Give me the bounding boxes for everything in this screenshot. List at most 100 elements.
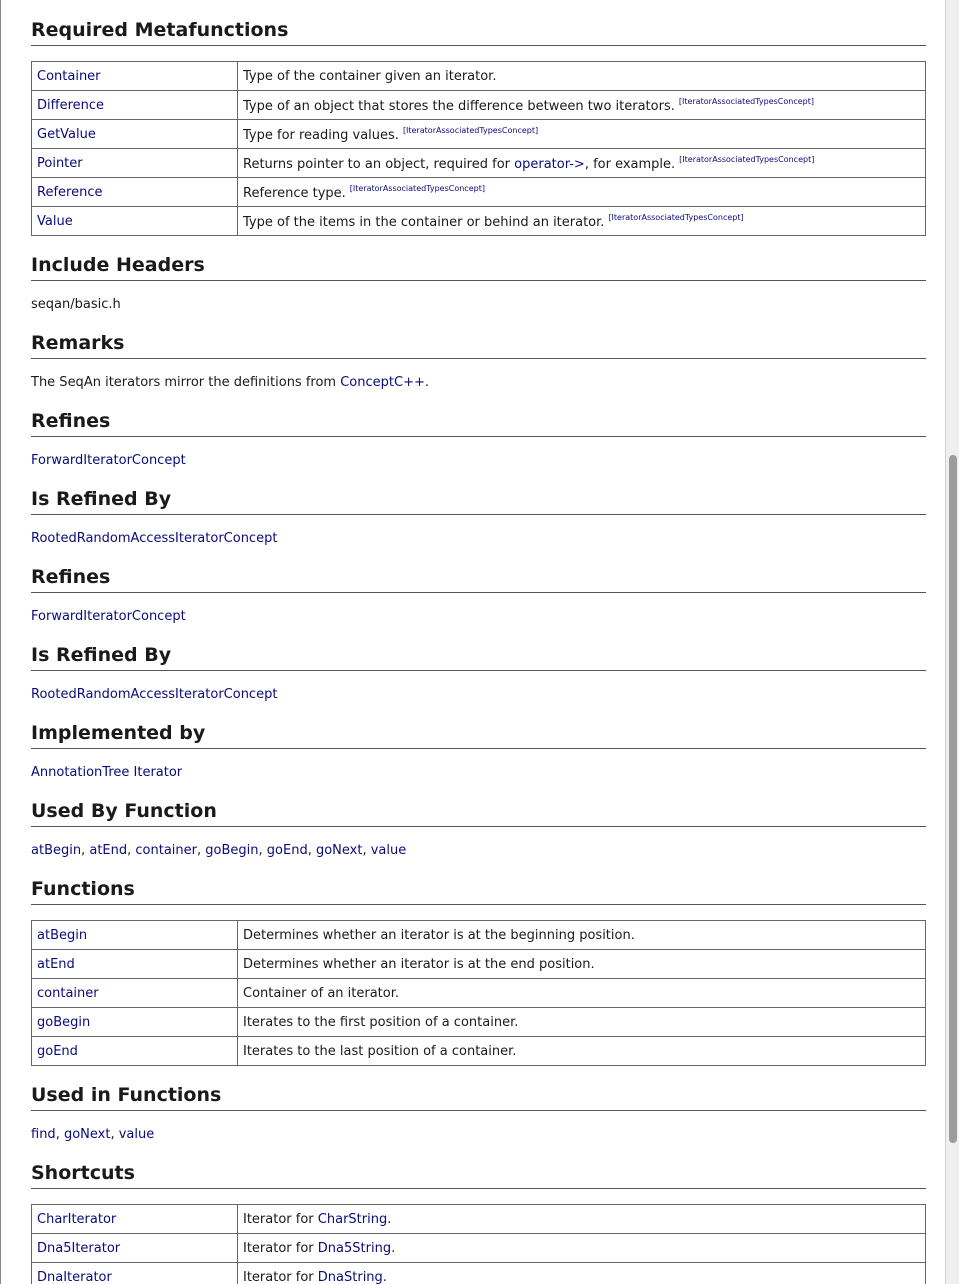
heading-functions: Functions [31, 878, 926, 905]
concept-ref-link[interactable]: [IteratorAssociatedTypesConcept] [403, 126, 538, 135]
remarks-paragraph: The SeqAn iterators mirror the definitio… [31, 375, 430, 390]
concept-ref-link[interactable]: [IteratorAssociatedTypesConcept] [350, 184, 485, 193]
section-remarks: Remarks The SeqAn iterators mirror the d… [31, 332, 926, 391]
table-row: goBegin Iterates to the first position o… [31, 1007, 926, 1037]
function-desc: Determines whether an iterator is at the… [243, 956, 595, 972]
section-implemented-by: Implemented by AnnotationTree Iterator [31, 722, 926, 781]
heading-required-metafunctions: Required Metafunctions [31, 19, 926, 46]
metafunction-desc: Type of the container given an iterator. [243, 68, 497, 84]
concept-ref-link[interactable]: [IteratorAssociatedTypesConcept] [679, 97, 814, 106]
function-desc: Iterates to the first position of a cont… [243, 1014, 519, 1030]
function-link-goend[interactable]: goEnd [37, 1044, 78, 1059]
operator-arrow-link[interactable]: operator-> [514, 157, 585, 172]
section-required-metafunctions: Required Metafunctions Container Type of… [31, 19, 926, 236]
function-link-find[interactable]: find [31, 1127, 56, 1142]
table-row: DnaIterator Iterator for DnaString. [31, 1262, 926, 1284]
section-functions: Functions atBegin Determines whether an … [31, 878, 926, 1066]
metafunctions-table: Container Type of the container given an… [31, 61, 926, 236]
heading-refines: Refines [31, 410, 926, 437]
metafunction-link-pointer[interactable]: Pointer [37, 156, 83, 171]
function-desc: Container of an iterator. [243, 985, 400, 1001]
section-used-by-function: Used By Function atBegin, atEnd, contain… [31, 800, 926, 859]
metafunction-desc: Returns pointer to an object, required f… [243, 156, 515, 172]
function-link-container[interactable]: container [135, 843, 197, 858]
type-link-charstring[interactable]: CharString [318, 1212, 387, 1227]
function-link-atbegin[interactable]: atBegin [31, 843, 81, 858]
conceptcpp-link[interactable]: ConceptC++ [340, 375, 425, 390]
function-link-gobegin[interactable]: goBegin [205, 843, 258, 858]
shortcuts-table: CharIterator Iterator for CharString. Dn… [31, 1204, 926, 1284]
function-link-value[interactable]: value [371, 843, 407, 858]
function-link-atend[interactable]: atEnd [37, 957, 75, 972]
table-row: Container Type of the container given an… [31, 61, 926, 91]
annotation-tree-iterator-link[interactable]: AnnotationTree Iterator [31, 765, 182, 780]
heading-implemented-by: Implemented by [31, 722, 926, 749]
metafunction-link-difference[interactable]: Difference [37, 98, 104, 113]
metafunction-desc-suffix: , for example. [584, 156, 676, 172]
type-link-dnastring[interactable]: DnaString [318, 1270, 383, 1284]
heading-shortcuts: Shortcuts [31, 1162, 926, 1189]
shortcut-link-dna5iterator[interactable]: Dna5Iterator [37, 1241, 120, 1256]
concept-ref-link[interactable]: [IteratorAssociatedTypesConcept] [679, 155, 814, 164]
function-link-gobegin[interactable]: goBegin [37, 1015, 90, 1030]
table-row: goEnd Iterates to the last position of a… [31, 1036, 926, 1066]
function-link-container[interactable]: container [37, 986, 99, 1001]
metafunction-desc: Type of an object that stores the differ… [243, 98, 675, 114]
function-link-goend[interactable]: goEnd [267, 843, 308, 858]
concept-ref-link[interactable]: [IteratorAssociatedTypesConcept] [608, 213, 743, 222]
heading-refines: Refines [31, 566, 926, 593]
section-shortcuts: Shortcuts CharIterator Iterator for Char… [31, 1162, 926, 1284]
function-link-atend[interactable]: atEnd [89, 843, 127, 858]
table-row: Reference Reference type. [IteratorAssoci… [31, 177, 926, 207]
scrollbar-thumb[interactable] [949, 455, 957, 1143]
table-row: container Container of an iterator. [31, 978, 926, 1008]
shortcut-link-dnaiterator[interactable]: DnaIterator [37, 1270, 112, 1284]
metafunction-link-getvalue[interactable]: GetValue [37, 127, 96, 142]
section-is-refined-by: Is Refined By RootedRandomAccessIterator… [31, 644, 926, 703]
function-desc: Iterates to the last position of a conta… [243, 1043, 517, 1059]
heading-is-refined-by: Is Refined By [31, 488, 926, 515]
include-header-text: seqan/basic.h [31, 297, 121, 312]
rooted-random-access-iterator-concept-link[interactable]: RootedRandomAccessIteratorConcept [31, 531, 277, 546]
type-link-dna5string[interactable]: Dna5String [318, 1241, 391, 1256]
used-in-functions-links: find, goNext, value [31, 1127, 155, 1142]
heading-remarks: Remarks [31, 332, 926, 359]
table-row: atEnd Determines whether an iterator is … [31, 949, 926, 979]
metafunction-link-container[interactable]: Container [37, 69, 101, 84]
forward-iterator-concept-link[interactable]: ForwardIteratorConcept [31, 609, 186, 624]
heading-used-in-functions: Used in Functions [31, 1084, 926, 1111]
table-row: atBegin Determines whether an iterator i… [31, 920, 926, 950]
rooted-random-access-iterator-concept-link[interactable]: RootedRandomAccessIteratorConcept [31, 687, 277, 702]
metafunction-desc: Type of the items in the container or be… [243, 214, 605, 230]
heading-include-headers: Include Headers [31, 254, 926, 281]
function-link-atbegin[interactable]: atBegin [37, 928, 87, 943]
function-link-value[interactable]: value [119, 1127, 155, 1142]
section-refines: Refines ForwardIteratorConcept [31, 410, 926, 469]
table-row: Dna5Iterator Iterator for Dna5String. [31, 1233, 926, 1263]
metafunction-desc: Reference type. [243, 185, 346, 201]
table-row: CharIterator Iterator for CharString. [31, 1204, 926, 1234]
section-include-headers: Include Headers seqan/basic.h [31, 254, 926, 313]
table-row: Value Type of the items in the container… [31, 206, 926, 236]
table-row: Difference Type of an object that stores… [31, 90, 926, 120]
table-row: GetValue Type for reading values. [Iterat… [31, 119, 926, 149]
function-link-gonext[interactable]: goNext [316, 843, 363, 858]
heading-is-refined-by: Is Refined By [31, 644, 926, 671]
section-refines: Refines ForwardIteratorConcept [31, 566, 926, 625]
heading-used-by-function: Used By Function [31, 800, 926, 827]
metafunction-desc: Type for reading values. [243, 127, 399, 143]
remarks-text: The SeqAn iterators mirror the definitio… [31, 375, 341, 390]
used-by-function-links: atBegin, atEnd, container, goBegin, goEn… [31, 843, 407, 858]
metafunction-link-reference[interactable]: Reference [37, 185, 102, 200]
section-is-refined-by: Is Refined By RootedRandomAccessIterator… [31, 488, 926, 547]
vertical-scrollbar[interactable] [945, 0, 959, 1284]
function-desc: Determines whether an iterator is at the… [243, 927, 635, 943]
section-used-in-functions: Used in Functions find, goNext, value [31, 1084, 926, 1143]
metafunction-link-value[interactable]: Value [37, 214, 73, 229]
table-row: Pointer Returns pointer to an object, re… [31, 148, 926, 178]
document-viewport[interactable]: Required Metafunctions Container Type of… [0, 0, 945, 1284]
function-link-gonext[interactable]: goNext [64, 1127, 111, 1142]
forward-iterator-concept-link[interactable]: ForwardIteratorConcept [31, 453, 186, 468]
functions-table: atBegin Determines whether an iterator i… [31, 920, 926, 1066]
shortcut-link-chariterator[interactable]: CharIterator [37, 1212, 116, 1227]
